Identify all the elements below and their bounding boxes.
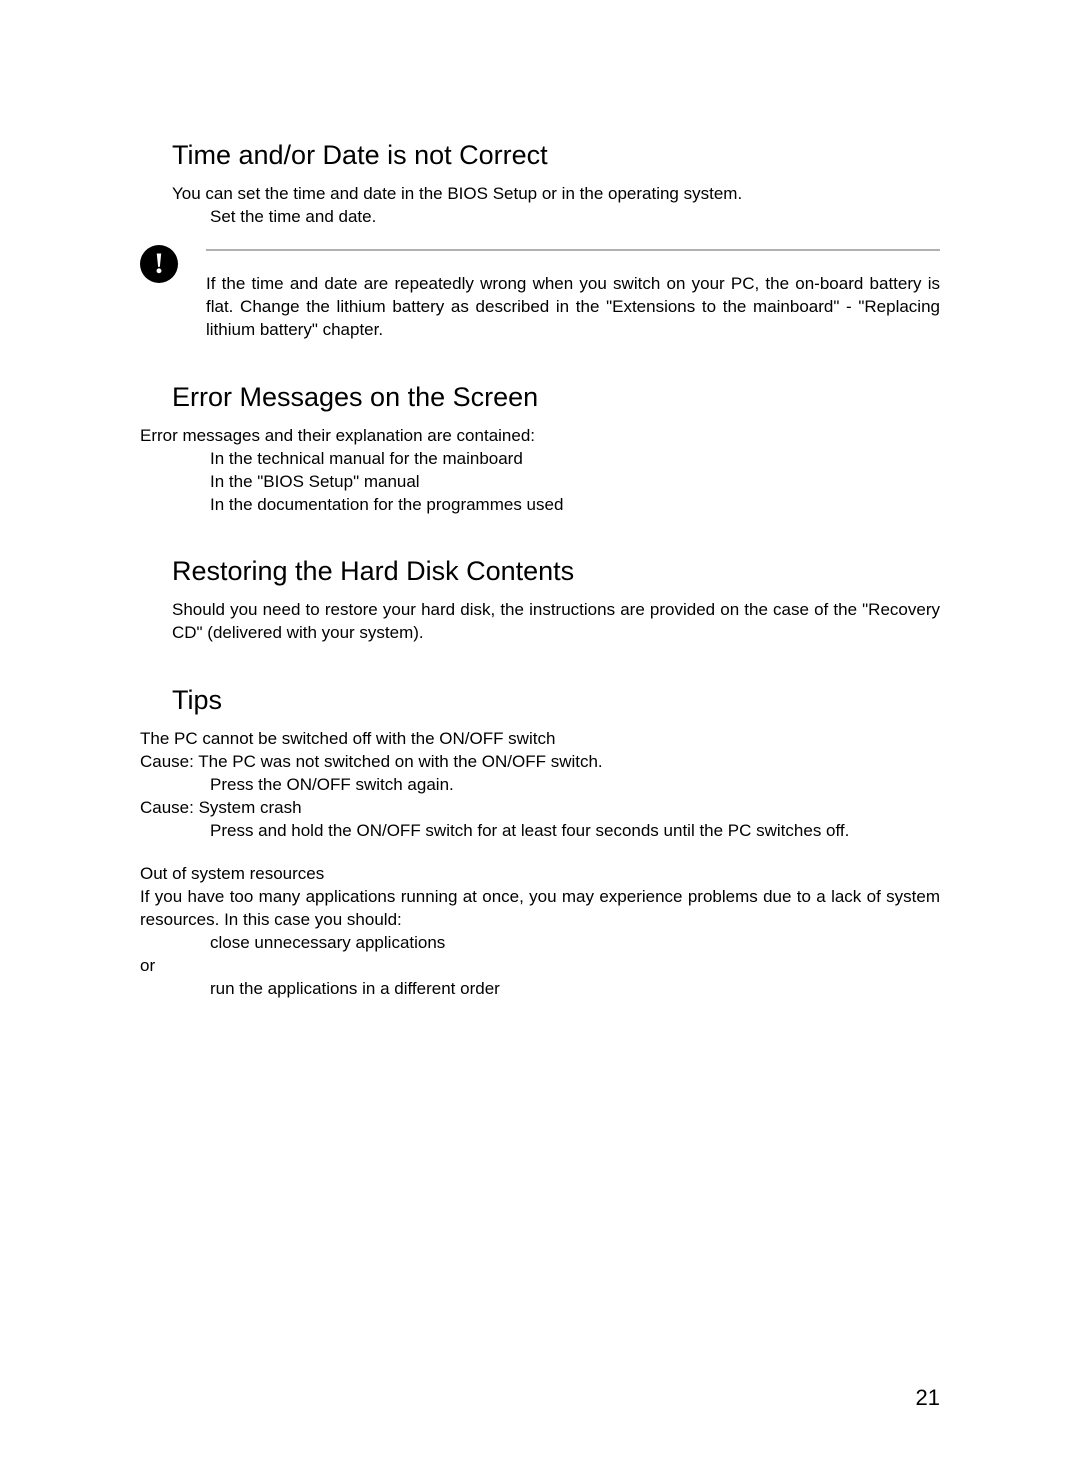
time-date-action: Set the time and date. — [210, 206, 940, 229]
time-date-intro: You can set the time and date in the BIO… — [172, 183, 940, 206]
tips-t1-action1: Press the ON/OFF switch again. — [210, 774, 940, 797]
page: Time and/or Date is not Correct You can … — [0, 0, 1080, 1471]
heading-tips: Tips — [172, 685, 940, 716]
error-bullet-1: In the technical manual for the mainboar… — [210, 448, 940, 471]
section-error-messages: Error Messages on the Screen Error messa… — [140, 382, 940, 517]
note-block: ! If the time and date are repeatedly wr… — [140, 249, 940, 342]
note-content: If the time and date are repeatedly wron… — [206, 249, 940, 342]
tips-t2-title: Out of system resources — [140, 863, 940, 886]
tips-t1-cause2: Cause: System crash — [140, 797, 940, 820]
error-bullet-2: In the "BIOS Setup" manual — [210, 471, 940, 494]
error-intro: Error messages and their explanation are… — [140, 425, 940, 448]
page-number: 21 — [916, 1385, 940, 1411]
heading-error-messages: Error Messages on the Screen — [172, 382, 940, 413]
heading-time-date: Time and/or Date is not Correct — [172, 140, 940, 171]
section-restoring: Restoring the Hard Disk Contents Should … — [140, 556, 940, 645]
tips-t2-action2: run the applications in a different orde… — [210, 978, 940, 1001]
heading-restoring: Restoring the Hard Disk Contents — [172, 556, 940, 587]
tips-t2-action1: close unnecessary applications — [210, 932, 940, 955]
note-text: If the time and date are repeatedly wron… — [206, 273, 940, 342]
tips-t1-action2: Press and hold the ON/OFF switch for at … — [210, 820, 940, 843]
section-tips: Tips The PC cannot be switched off with … — [140, 685, 940, 1000]
tips-t1-title: The PC cannot be switched off with the O… — [140, 728, 940, 751]
tips-t2-body: If you have too many applications runnin… — [140, 886, 940, 932]
note-rule — [206, 249, 940, 251]
restoring-body: Should you need to restore your hard dis… — [172, 599, 940, 645]
tips-or: or — [140, 955, 940, 978]
section-time-date: Time and/or Date is not Correct You can … — [140, 140, 940, 342]
exclamation-icon: ! — [140, 245, 178, 283]
tips-t1-cause1: Cause: The PC was not switched on with t… — [140, 751, 940, 774]
error-bullet-3: In the documentation for the programmes … — [210, 494, 940, 517]
